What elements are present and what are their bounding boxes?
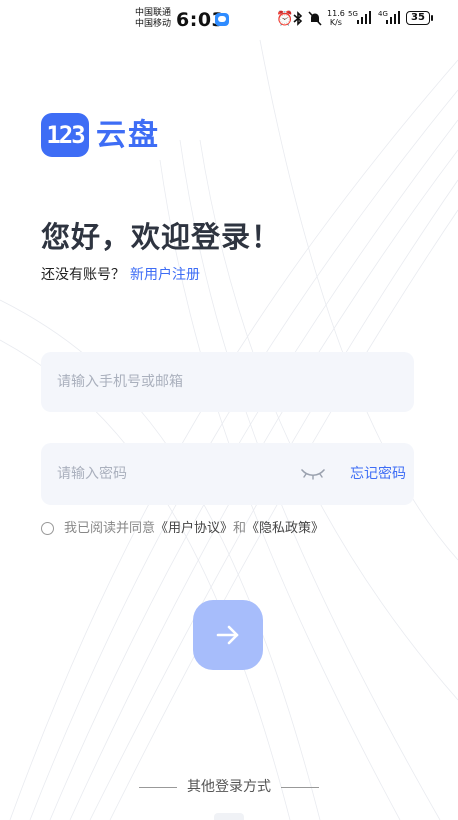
network-speed: 11.6 K/s: [327, 9, 345, 27]
login-submit-button[interactable]: [193, 600, 263, 670]
privacy-link[interactable]: 《隐私政策》: [246, 521, 324, 536]
signup-prompt: 还没有账号？: [41, 267, 125, 283]
account-input-placeholder: 请输入手机号或邮箱: [57, 374, 183, 390]
agreement-prefix: 我已阅读并同意: [64, 521, 156, 536]
arrow-right-icon: [216, 625, 239, 645]
signal-5g-label: 5G: [348, 10, 358, 18]
mute-icon: [308, 11, 322, 30]
battery-icon: 35: [406, 11, 430, 25]
bluetooth-icon: [293, 11, 303, 30]
welcome-heading: 您好，欢迎登录！: [41, 220, 282, 254]
divider-left: [139, 786, 177, 788]
alarm-icon: ⏰: [276, 11, 294, 27]
divider-right: [281, 786, 319, 788]
carrier-2: 中国移动: [135, 19, 172, 29]
register-link[interactable]: 新用户注册: [130, 267, 200, 283]
other-login-label: 其他登录方式: [187, 779, 271, 795]
signal-4g-label: 4G: [378, 10, 388, 18]
network-speed-unit: K/s: [329, 18, 342, 27]
eye-closed-icon[interactable]: [300, 467, 326, 481]
agreement-and: 和: [233, 521, 247, 536]
forgot-password-link[interactable]: 忘记密码: [350, 443, 406, 505]
app-logo-icon: 123: [41, 113, 89, 157]
agreement-checkbox[interactable]: [41, 522, 54, 535]
message-app-icon: [215, 13, 229, 26]
logo-mark-text: 123: [46, 121, 85, 149]
signal-4g-icon: 4G: [378, 10, 402, 26]
agreement-row: 我已阅读并同意《用户协议》和《隐私政策》: [41, 519, 324, 539]
battery-tip: [431, 15, 433, 21]
other-login-option-stub[interactable]: [214, 813, 244, 820]
password-input-placeholder: 请输入密码: [57, 466, 127, 482]
network-speed-value: 11.6: [327, 9, 345, 18]
password-input[interactable]: 请输入密码 忘记密码: [41, 443, 414, 505]
signal-5g-icon: 5G: [348, 10, 374, 26]
account-input[interactable]: 请输入手机号或邮箱: [41, 352, 414, 412]
carrier-1: 中国联通: [135, 8, 172, 18]
app-name: 云盘: [96, 118, 160, 153]
signup-row: 还没有账号？ 新用户注册: [41, 264, 200, 284]
status-bar: 中国联通 中国移动 6:03 ⏰ 11.6 K/s 5G 4G 35: [0, 0, 458, 38]
other-login-divider: 其他登录方式: [0, 776, 458, 796]
terms-link[interactable]: 《用户协议》: [155, 521, 233, 536]
carrier-labels: 中国联通 中国移动: [135, 8, 171, 30]
